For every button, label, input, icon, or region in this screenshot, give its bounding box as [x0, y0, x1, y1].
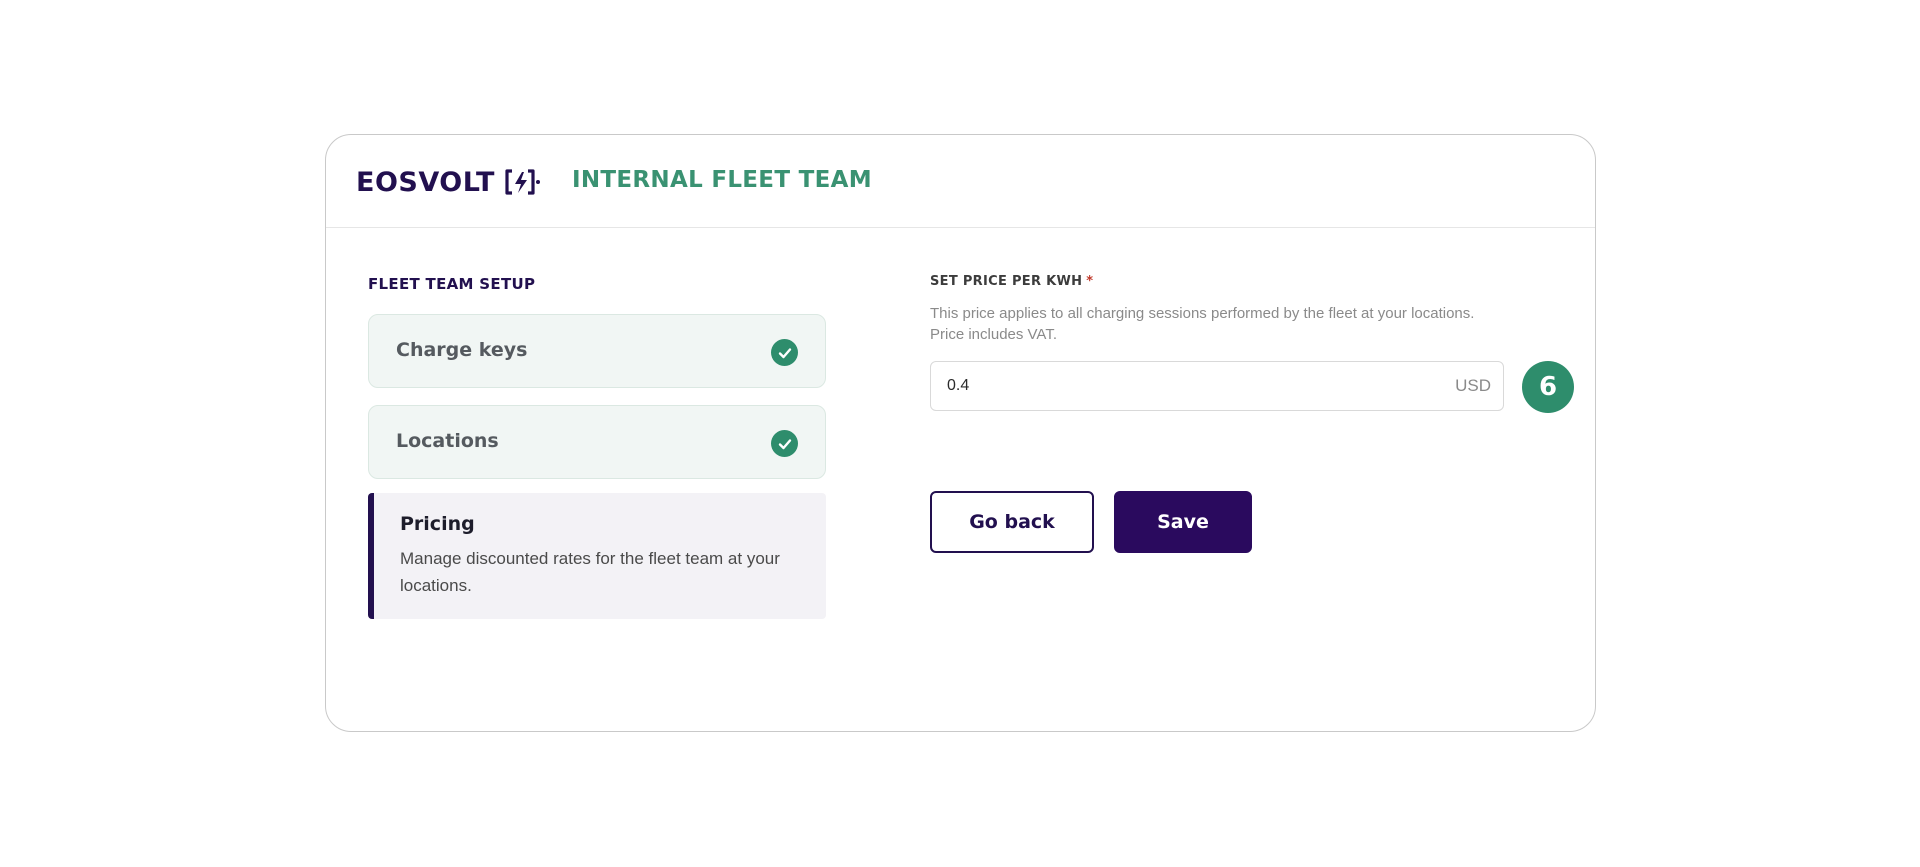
help-line: Price includes VAT.	[930, 326, 1057, 343]
fleet-setup-card: EOSVOLT INTERNAL FLEET TEAM FLEET TEAM S…	[325, 134, 1596, 732]
setup-section-title: FLEET TEAM SETUP	[368, 275, 536, 293]
price-help-text: This price applies to all charging sessi…	[930, 303, 1510, 345]
check-circle-icon	[771, 430, 798, 457]
brand-name: EOSVOLT	[356, 166, 495, 198]
help-line: This price applies to all charging sessi…	[930, 305, 1475, 322]
team-title: INTERNAL FLEET TEAM	[572, 167, 872, 193]
card-header: EOSVOLT INTERNAL FLEET TEAM	[326, 135, 1595, 228]
step-pricing[interactable]: Pricing Manage discounted rates for the …	[368, 493, 826, 619]
step-number-badge: 6	[1522, 361, 1574, 413]
save-button[interactable]: Save	[1114, 491, 1252, 553]
check-circle-icon	[771, 339, 798, 366]
price-field-label: SET PRICE PER KWH *	[930, 274, 1093, 289]
step-locations[interactable]: Locations	[368, 405, 826, 479]
price-label-text: SET PRICE PER KWH	[930, 274, 1083, 289]
step-label: Pricing	[400, 513, 475, 535]
lightning-bolt-icon	[505, 169, 540, 195]
currency-suffix: USD	[1455, 376, 1491, 395]
go-back-button[interactable]: Go back	[930, 491, 1094, 553]
required-mark: *	[1086, 274, 1094, 289]
step-label: Charge keys	[396, 339, 528, 361]
step-label: Locations	[396, 430, 499, 452]
price-input[interactable]	[947, 362, 1427, 410]
step-charge-keys[interactable]: Charge keys	[368, 314, 826, 388]
brand-logo: EOSVOLT	[356, 165, 541, 199]
step-description: Manage discounted rates for the fleet te…	[400, 549, 780, 595]
price-field: USD	[930, 361, 1504, 411]
